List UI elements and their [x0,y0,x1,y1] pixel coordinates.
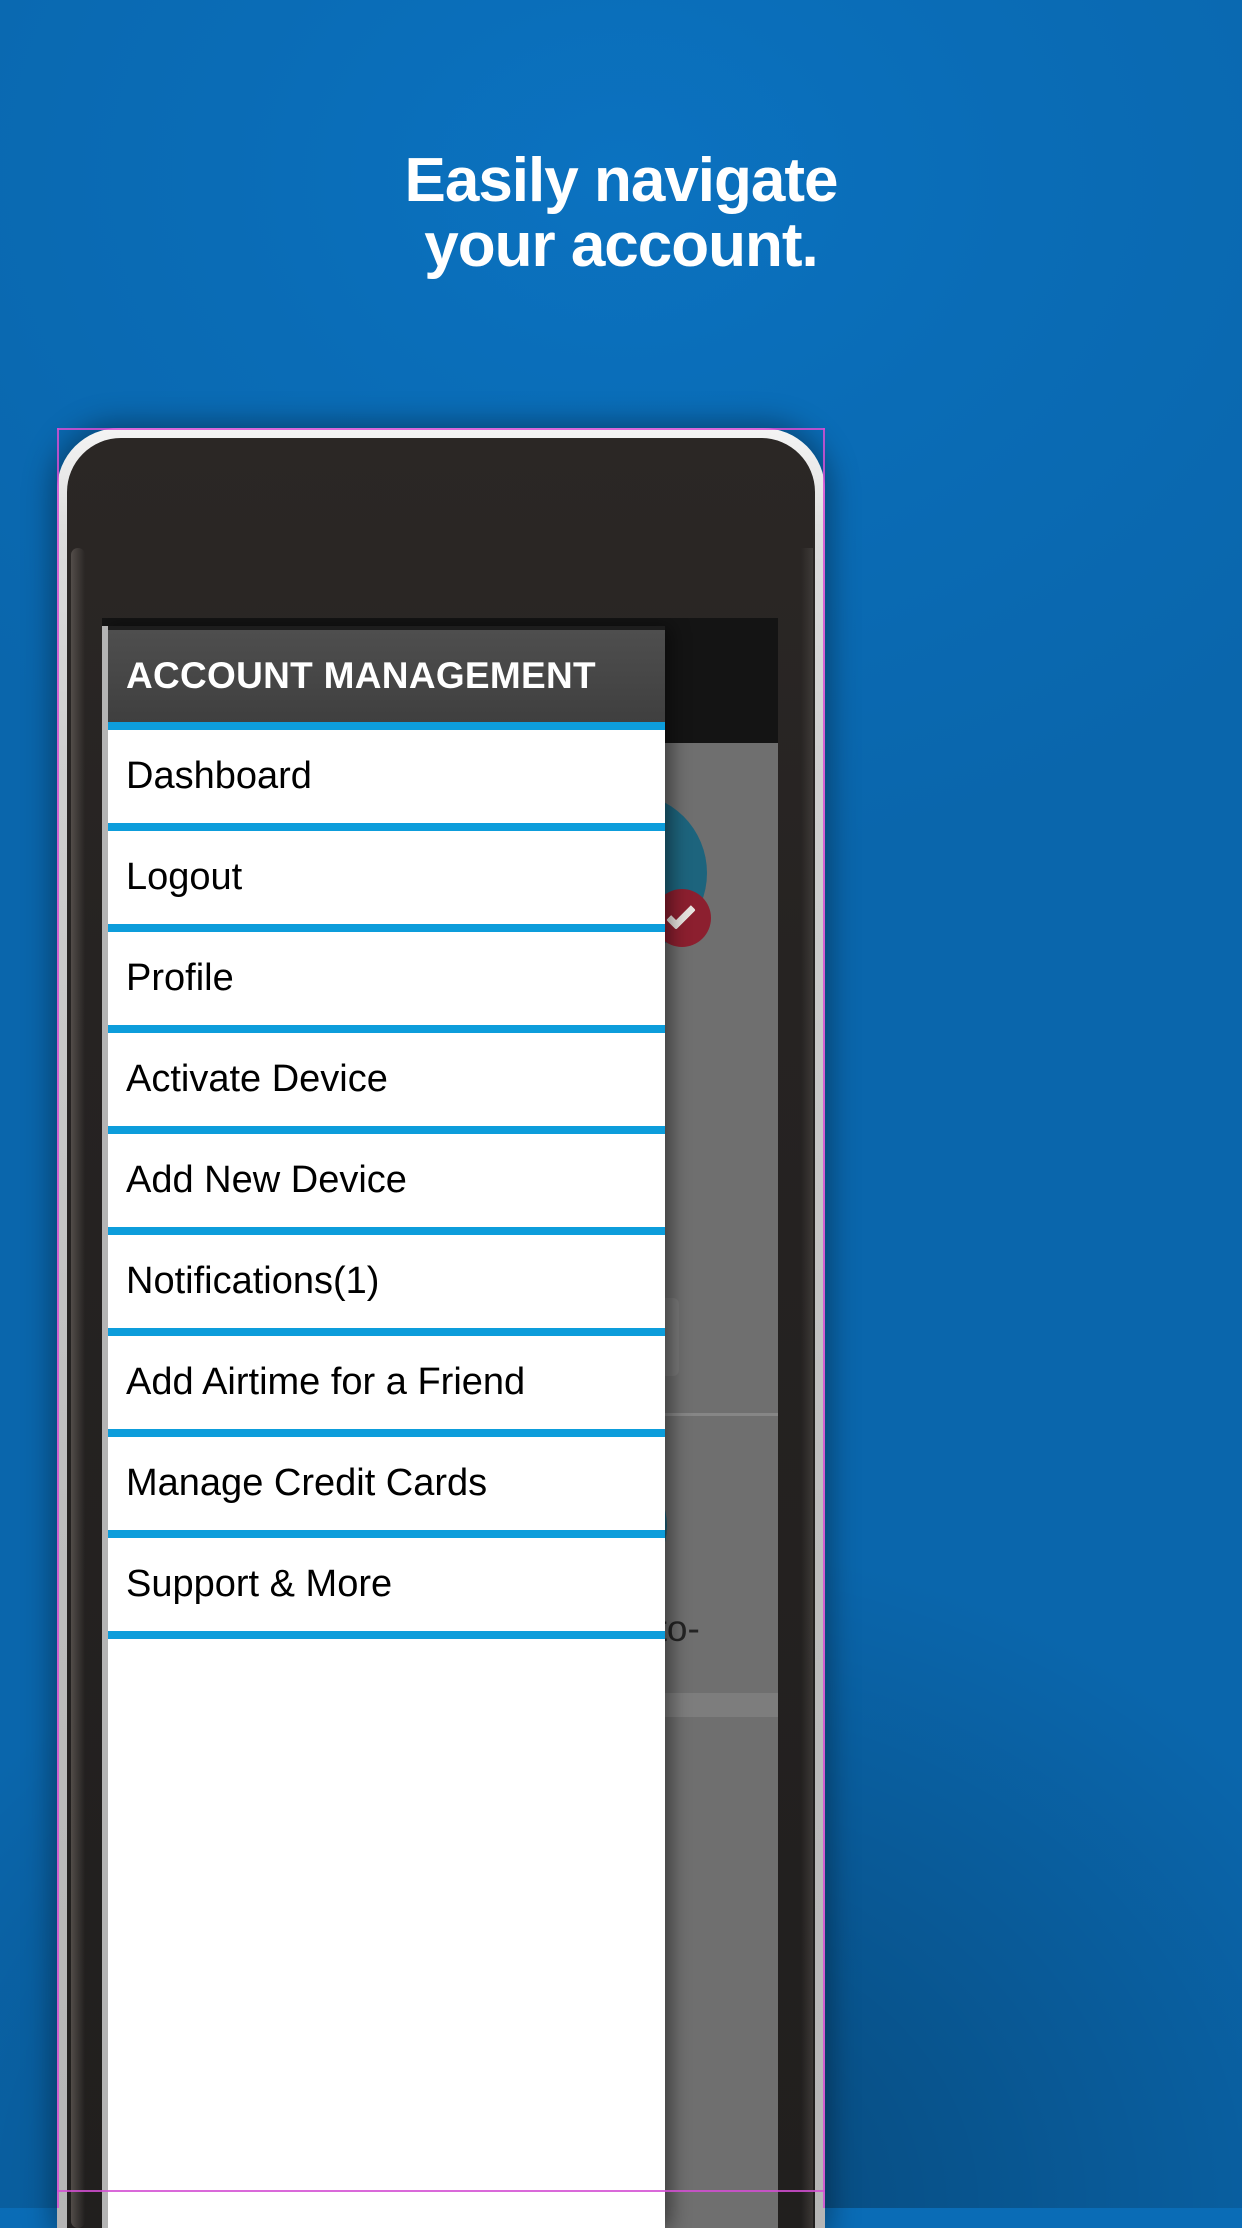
headline-line-2: your account. [424,211,819,281]
drawer-left-edge [102,626,108,2228]
drawer-item-separator [102,924,665,932]
drawer-item-label: Add Airtime for a Friend [126,1361,526,1403]
headline-line-1: Easily navigate [404,146,838,215]
navigation-drawer: ACCOUNT MANAGEMENT Dashboard Logout Profil… [102,626,665,2228]
drawer-item-separator [102,1530,665,1538]
drawer-item-separator [102,1429,665,1437]
phone-device-mockup: 0/01/201 NO [57,428,825,2228]
drawer-item-profile[interactable]: Profile [102,932,665,1025]
drawer-header: ACCOUNT MANAGEMENT [102,626,665,722]
drawer-item-separator [102,823,665,831]
drawer-item-notifications-1[interactable]: Notifications(1) [102,1235,665,1328]
drawer-item-label: Activate Device [126,1058,388,1100]
drawer-item-separator [102,1631,665,1639]
drawer-item-activate-device[interactable]: Activate Device [102,1033,665,1126]
drawer-item-logout[interactable]: Logout [102,831,665,924]
checkmark-glyph [666,900,696,930]
drawer-item-separator [102,1126,665,1134]
drawer-item-label: Add New Device [126,1159,407,1201]
drawer-header-title: ACCOUNT MANAGEMENT [126,655,596,696]
promo-headline: Easily navigate your account. [0,148,1242,278]
drawer-item-label: Profile [126,957,234,999]
drawer-item-separator [102,1025,665,1033]
device-bezel-left [71,548,85,2228]
phone-screen: 0/01/201 NO [102,618,778,2228]
drawer-menu-list: Dashboard Logout Profile Activate Device Add… [102,722,665,1639]
drawer-item-label: Manage Credit Cards [126,1462,488,1504]
drawer-item-label: Logout [126,856,243,898]
drawer-item-label: Notifications(1) [126,1260,380,1302]
device-bezel-right [801,548,813,2228]
drawer-item-support-more[interactable]: Support & More [102,1538,665,1631]
drawer-item-separator [102,1227,665,1235]
drawer-item-manage-credit-cards[interactable]: Manage Credit Cards [102,1437,665,1530]
drawer-item-label: Support & More [126,1563,393,1605]
drawer-item-separator [102,1328,665,1336]
drawer-item-separator [102,722,665,730]
drawer-item-add-new-device[interactable]: Add New Device [102,1134,665,1227]
drawer-item-label: Dashboard [126,755,312,797]
drawer-item-add-airtime-for-a-friend[interactable]: Add Airtime for a Friend [102,1336,665,1429]
drawer-item-dashboard[interactable]: Dashboard [102,730,665,823]
